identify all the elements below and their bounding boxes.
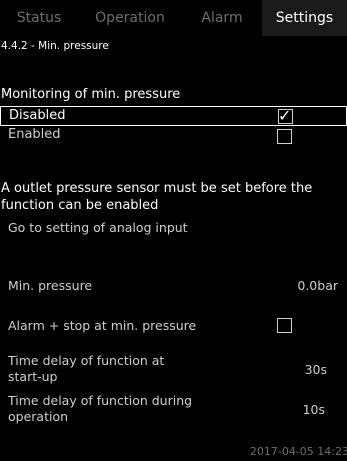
tab-settings[interactable]: Settings bbox=[262, 0, 347, 36]
min-pressure-label: Min. pressure bbox=[8, 278, 93, 293]
sensor-note: A outlet pressure sensor must be set bef… bbox=[1, 181, 313, 213]
checkmark-icon: ✓ bbox=[278, 106, 292, 125]
tab-alarm[interactable]: Alarm bbox=[182, 0, 262, 36]
alarm-stop-label: Alarm + stop at min. pressure bbox=[8, 318, 197, 333]
min-pressure-value[interactable]: 0.0bar bbox=[297, 278, 338, 293]
disabled-checkbox[interactable]: ✓ bbox=[278, 106, 293, 125]
tab-status[interactable]: Status bbox=[0, 0, 78, 36]
breadcrumb: 4.4.2 - Min. pressure bbox=[1, 40, 109, 52]
tab-bar: Status Operation Alarm Settings bbox=[0, 0, 347, 36]
delay-operation-value[interactable]: 10s bbox=[303, 402, 325, 417]
timestamp: 2017-04-05 14:23 bbox=[249, 445, 347, 458]
enabled-checkbox[interactable] bbox=[277, 129, 292, 144]
delay-operation-label: Time delay of function during operation bbox=[8, 393, 193, 424]
delay-startup-label: Time delay of function at start-up bbox=[8, 353, 165, 384]
monitoring-heading: Monitoring of min. pressure bbox=[1, 87, 181, 102]
delay-startup-value[interactable]: 30s bbox=[305, 362, 327, 377]
goto-analog-input-link[interactable]: Go to setting of analog input bbox=[8, 220, 188, 235]
option-disabled[interactable]: Disabled ✓ bbox=[0, 106, 347, 126]
option-disabled-label: Disabled bbox=[9, 108, 66, 123]
option-enabled[interactable]: Enabled bbox=[0, 126, 347, 145]
tab-operation[interactable]: Operation bbox=[78, 0, 182, 36]
alarm-stop-checkbox[interactable] bbox=[277, 318, 292, 333]
option-enabled-label: Enabled bbox=[8, 127, 61, 142]
